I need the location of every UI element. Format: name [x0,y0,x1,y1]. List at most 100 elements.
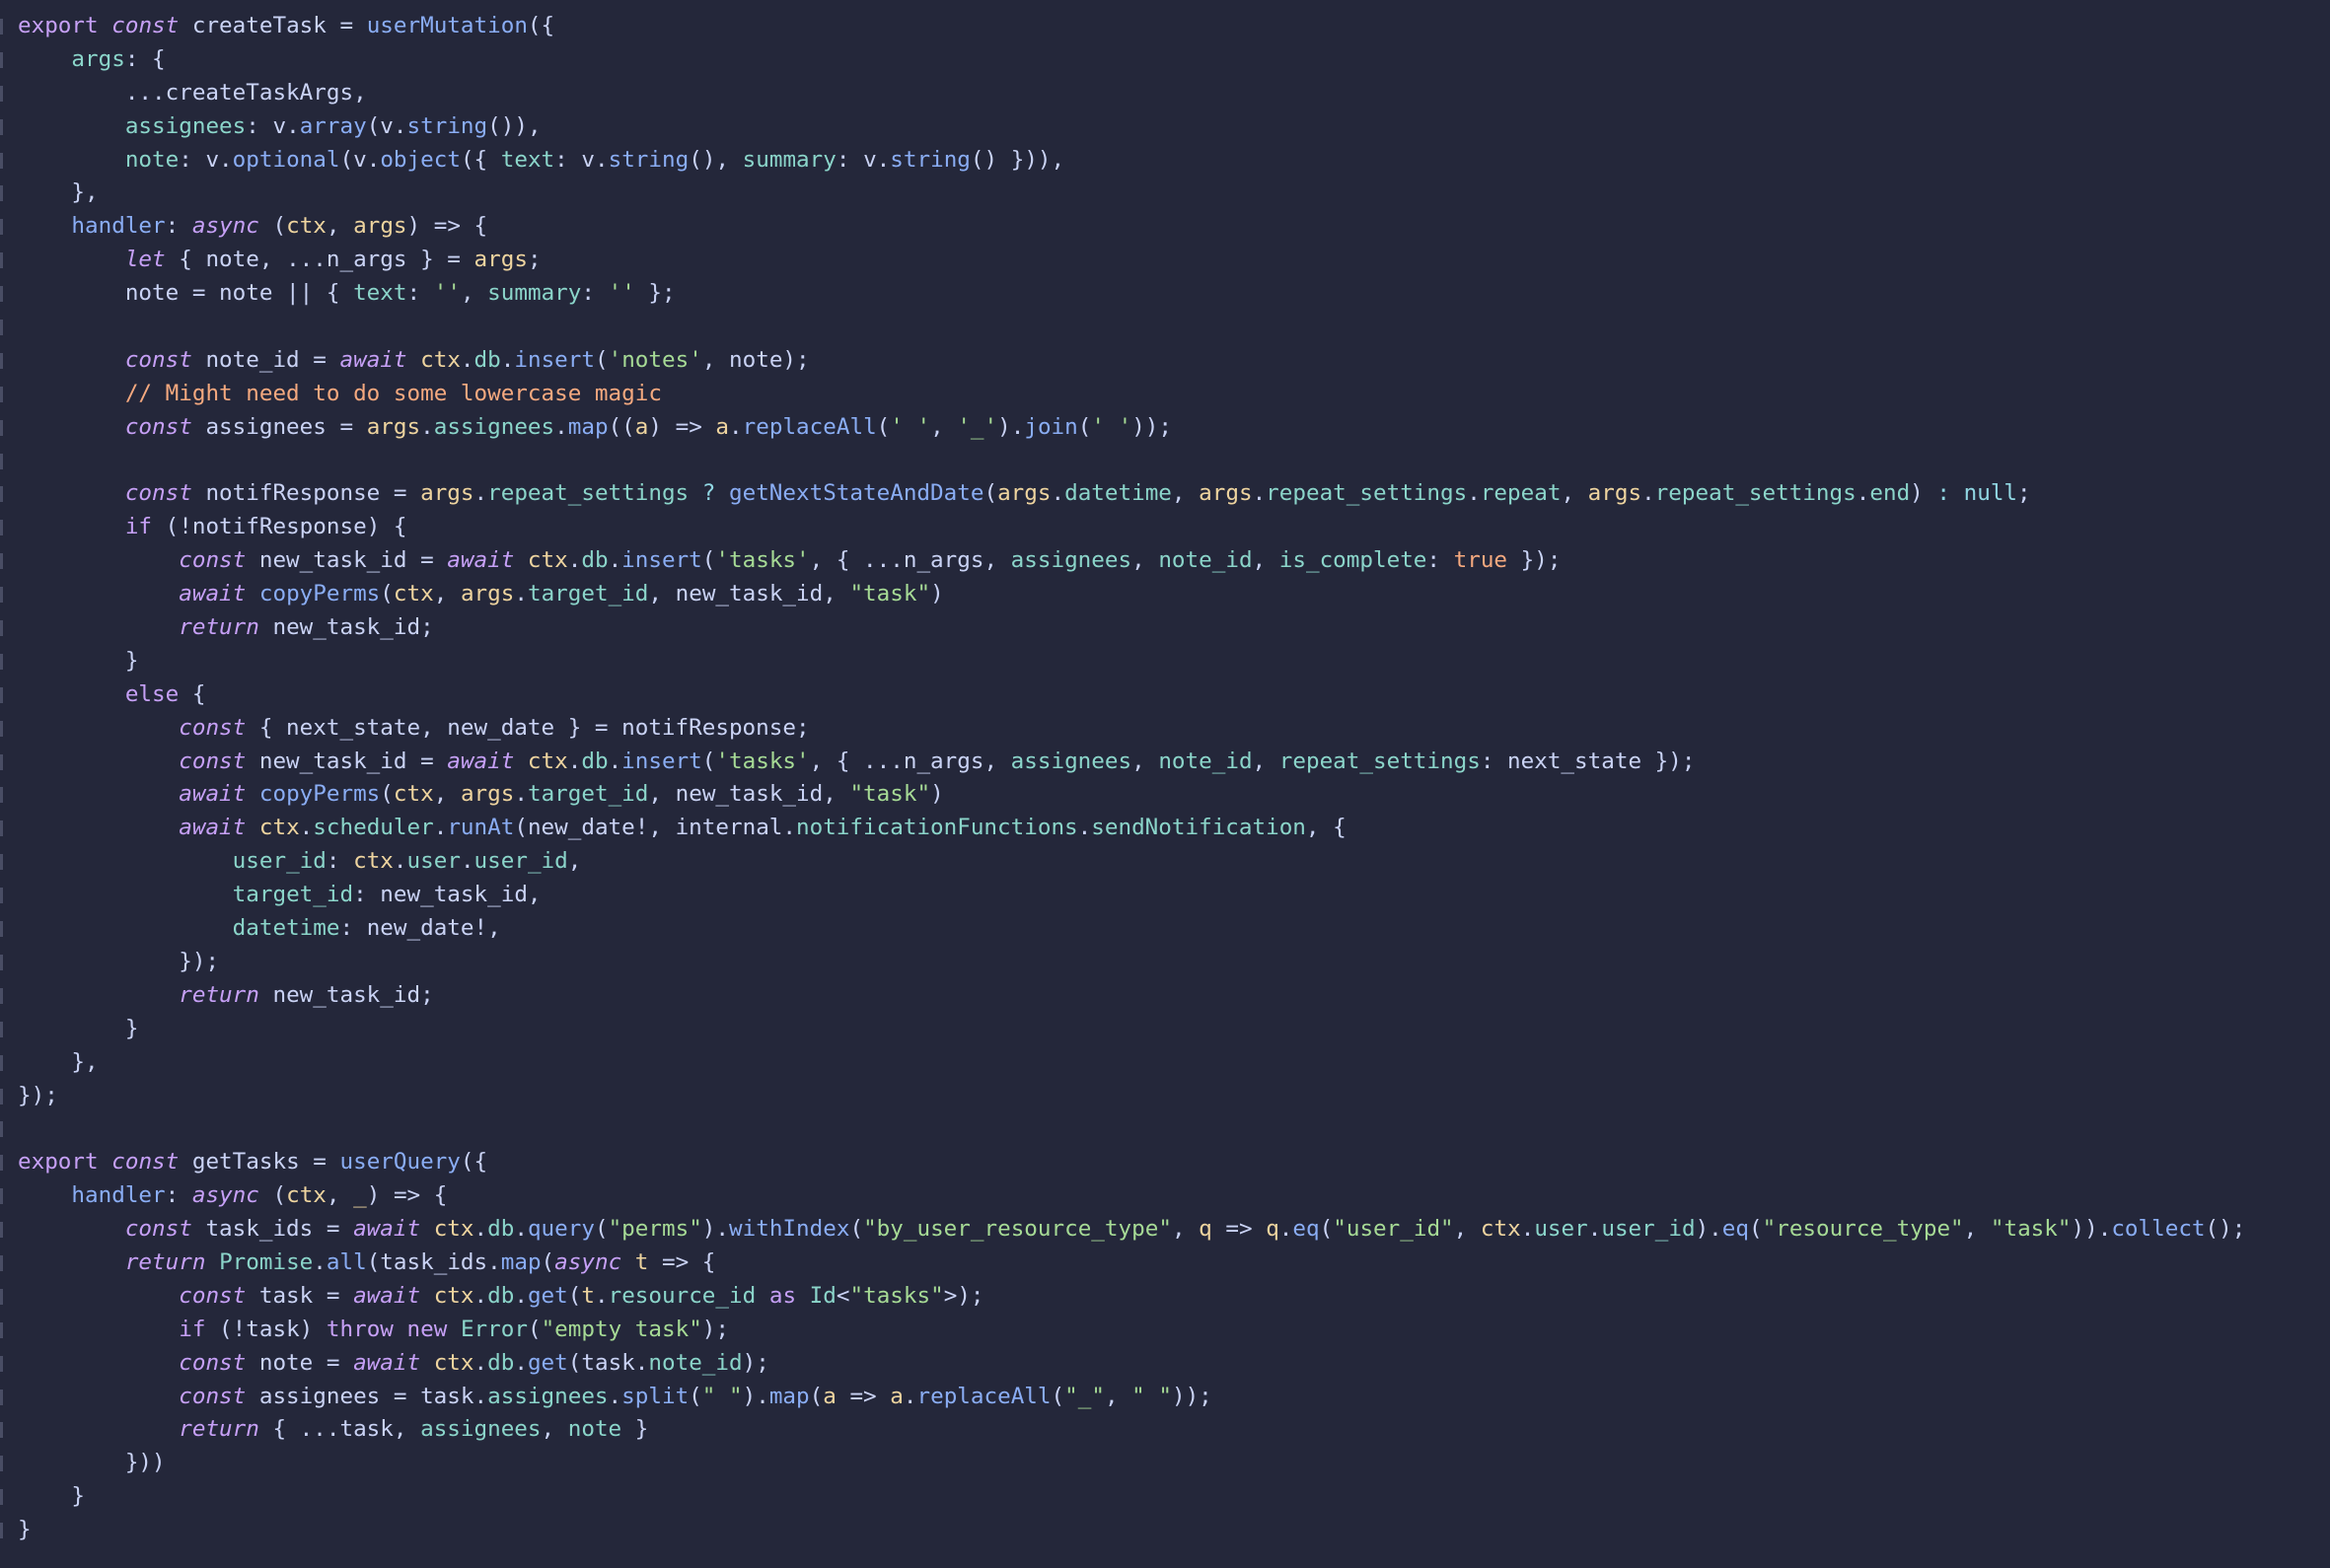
code-line[interactable]: datetime: new_date!, [0,912,2326,946]
code-line[interactable]: const task_ids = await ctx.db.query("per… [0,1213,2326,1247]
code-line[interactable]: return { ...task, assignees, note } [0,1413,2326,1447]
code-line[interactable]: note: v.optional(v.object({ text: v.stri… [0,144,2326,178]
code-token: " " [701,1383,743,1409]
gutter-marker [0,620,3,637]
code-line[interactable]: user_id: ctx.user.user_id, [0,845,2326,879]
code-token: async [191,213,259,240]
code-token: args [366,413,421,440]
code-line[interactable]: })) [0,1447,2326,1480]
code-token: export [18,13,99,38]
code-token: new_task_id = [246,547,448,574]
code-token: string [406,112,488,139]
code-token: " " [1131,1383,1172,1409]
code-line[interactable]: handler: async (ctx, args) => { [0,210,2326,244]
code-line[interactable]: await copyPerms(ctx, args.target_id, new… [0,778,2326,812]
code-line[interactable]: } [0,1480,2326,1514]
code-token: ( [1319,1216,1334,1243]
code-token: "resource_type" [1762,1216,1964,1243]
code-editor[interactable]: export const createTask = userMutation({… [0,0,2330,1568]
code-token: : [1936,480,1950,507]
code-line[interactable]: const notifResponse = args.repeat_settin… [0,477,2326,511]
code-line[interactable] [0,1112,2326,1146]
code-token: return [124,1248,206,1275]
code-token: ) => { [366,1182,448,1209]
code-token: throw [326,1316,394,1342]
code-token: ( [701,748,716,774]
code-token: eq [1721,1216,1749,1243]
code-token: ctx [258,815,300,841]
code-line[interactable]: target_id: new_task_id, [0,879,2326,912]
code-line[interactable]: await copyPerms(ctx, args.target_id, new… [0,578,2326,611]
code-line[interactable] [0,445,2326,478]
code-token: args [1587,480,1642,507]
code-line[interactable]: ...createTaskArgs, [0,77,2326,110]
code-token: , [433,581,461,607]
code-token: 'notes' [608,346,702,373]
code-token: ctx [433,1349,474,1376]
code-line[interactable]: return new_task_id; [0,979,2326,1013]
code-token: . [608,748,622,774]
code-line[interactable]: if (!notifResponse) { [0,511,2326,544]
code-line[interactable]: let { note, ...n_args } = args; [0,244,2326,277]
code-line[interactable]: }); [0,1080,2326,1113]
code-line[interactable]: const note_id = await ctx.db.insert('not… [0,344,2326,378]
code-token: ). [1695,1216,1722,1243]
code-token: const [111,13,180,38]
code-area[interactable]: export const createTask = userMutation({… [0,10,2326,1547]
code-line[interactable]: const new_task_id = await ctx.db.insert(… [0,544,2326,578]
code-line[interactable]: handler: async (ctx, _) => { [0,1179,2326,1213]
code-line[interactable]: assignees: v.array(v.string()), [0,110,2326,144]
gutter-marker [0,720,3,737]
code-line[interactable]: const assignees = args.assignees.map((a)… [0,411,2326,445]
code-token: : [406,280,434,307]
code-line[interactable]: } [0,1013,2326,1046]
code-line[interactable]: const new_task_id = await ctx.db.insert(… [0,746,2326,779]
code-line[interactable]: await ctx.scheduler.runAt(new_date!, int… [0,812,2326,845]
code-line[interactable]: args: { [0,43,2326,77]
code-token: ). [701,1216,730,1243]
code-token: if [124,514,153,540]
code-line[interactable]: if (!task) throw new Error("empty task")… [0,1314,2326,1347]
code-token: "empty task" [541,1316,702,1342]
code-token: , [930,413,958,440]
code-line[interactable]: return new_task_id; [0,611,2326,645]
code-line[interactable]: }, [0,1046,2326,1080]
code-line[interactable]: const assignees = task.assignees.split("… [0,1381,2326,1414]
code-line[interactable]: // Might need to do some lowercase magic [0,378,2326,411]
code-token: ctx [1480,1216,1521,1243]
code-line[interactable]: return Promise.all(task_ids.map(async t … [0,1247,2326,1280]
code-line[interactable] [0,311,2326,344]
code-token: note = [246,1349,354,1376]
gutter-marker [0,1222,3,1239]
code-line[interactable]: }); [0,946,2326,979]
code-token: ({ [460,146,501,173]
code-token: (!notifResponse) { [152,514,407,540]
code-line[interactable]: }, [0,177,2326,210]
code-line[interactable]: export const getTasks = userQuery({ [0,1146,2326,1179]
code-token: (task. [567,1349,649,1376]
code-line[interactable]: const { next_state, new_date } = notifRe… [0,712,2326,746]
code-token: , [1171,480,1200,507]
code-line[interactable]: } [0,1514,2326,1547]
code-token: ctx [393,781,434,808]
code-line[interactable]: } [0,645,2326,678]
code-token: task = [246,1282,354,1309]
code-line[interactable]: else { [0,678,2326,712]
code-line[interactable]: const task = await ctx.db.get(t.resource… [0,1280,2326,1314]
code-token: user [1534,1216,1588,1243]
code-token: '_' [957,413,998,440]
code-line[interactable]: export const createTask = userMutation({ [0,10,2326,43]
code-token: const [124,346,192,373]
code-line[interactable]: note = note || { text: '', summary: '' }… [0,277,2326,311]
code-line[interactable]: const note = await ctx.db.get(task.note_… [0,1347,2326,1381]
gutter-marker [0,453,3,469]
code-token: args [460,781,515,808]
